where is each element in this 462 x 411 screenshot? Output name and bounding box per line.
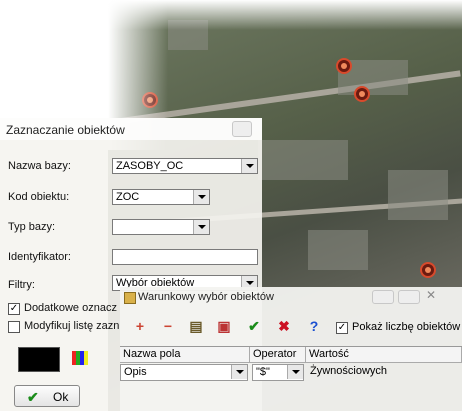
kod-obiektu-select[interactable]: ZOC	[112, 189, 210, 205]
close-icon[interactable]: ✕	[426, 288, 436, 302]
show-count-checkbox[interactable]: ✓	[336, 322, 348, 334]
checkmark-icon: ✔	[27, 389, 39, 405]
dialog-title: Zaznaczanie obiektów	[6, 123, 125, 137]
column-header[interactable]: Nazwa pola	[120, 347, 250, 363]
window-title: Warunkowy wybór obiektów	[138, 291, 274, 303]
dodatkowe-label: Dodatkowe oznacz	[24, 302, 117, 314]
window-icon	[124, 292, 136, 304]
nazwa-bazy-label: Nazwa bazy:	[8, 160, 71, 172]
chevron-down-icon[interactable]	[241, 159, 257, 173]
ok-button[interactable]: ✔ Ok	[14, 385, 80, 407]
conditional-selection-window: Warunkowy wybór obiektów ✕ + − ▤ ▣ ✔ ✖ ?…	[120, 287, 462, 411]
add-condition-icon[interactable]: +	[132, 318, 148, 334]
apply-check-icon[interactable]: ✔	[246, 318, 262, 334]
dialog-titlebar: Zaznaczanie obiektów	[0, 118, 262, 140]
map-marker[interactable]	[354, 86, 370, 102]
kod-obiektu-label: Kod obiektu:	[8, 191, 70, 203]
cancel-x-icon[interactable]: ✖	[276, 318, 292, 334]
value-cell[interactable]: Żywnościowych	[310, 365, 387, 377]
maximize-button[interactable]	[398, 290, 420, 304]
operator-select[interactable]: "$"	[252, 364, 304, 381]
help-icon[interactable]: ?	[306, 318, 322, 334]
identyfikator-label: Identyfikator:	[8, 251, 71, 263]
nazwa-bazy-select[interactable]: ZASOBY_OC	[112, 158, 258, 174]
column-header[interactable]: Wartość	[306, 347, 462, 363]
dodatkowe-checkbox[interactable]: ✓	[8, 303, 20, 315]
color-swatch[interactable]	[18, 347, 60, 372]
modyfikuj-label: Modyfikuj listę zazn	[24, 320, 120, 332]
chevron-down-icon[interactable]	[231, 365, 247, 379]
filtry-label: Filtry:	[8, 279, 35, 291]
minimize-button[interactable]	[372, 290, 394, 304]
modyfikuj-checkbox[interactable]	[8, 321, 20, 333]
column-header[interactable]: Operator	[250, 347, 306, 363]
map-marker[interactable]	[336, 58, 352, 74]
identyfikator-input[interactable]	[112, 249, 258, 265]
minimize-button[interactable]	[232, 121, 252, 137]
map-marker[interactable]	[420, 262, 436, 278]
chevron-down-icon[interactable]	[287, 365, 303, 379]
chevron-down-icon[interactable]	[193, 190, 209, 204]
field-name-select[interactable]: Opis	[120, 364, 248, 381]
save-icon[interactable]: ▣	[216, 318, 232, 334]
chevron-down-icon[interactable]	[193, 220, 209, 234]
typ-bazy-select[interactable]	[112, 219, 210, 235]
typ-bazy-label: Typ bazy:	[8, 221, 56, 233]
palette-icon[interactable]	[72, 351, 88, 365]
show-count-label: Pokaż liczbę obiektów	[352, 321, 461, 333]
print-icon[interactable]: ▤	[188, 318, 204, 334]
remove-condition-icon[interactable]: −	[160, 318, 176, 334]
